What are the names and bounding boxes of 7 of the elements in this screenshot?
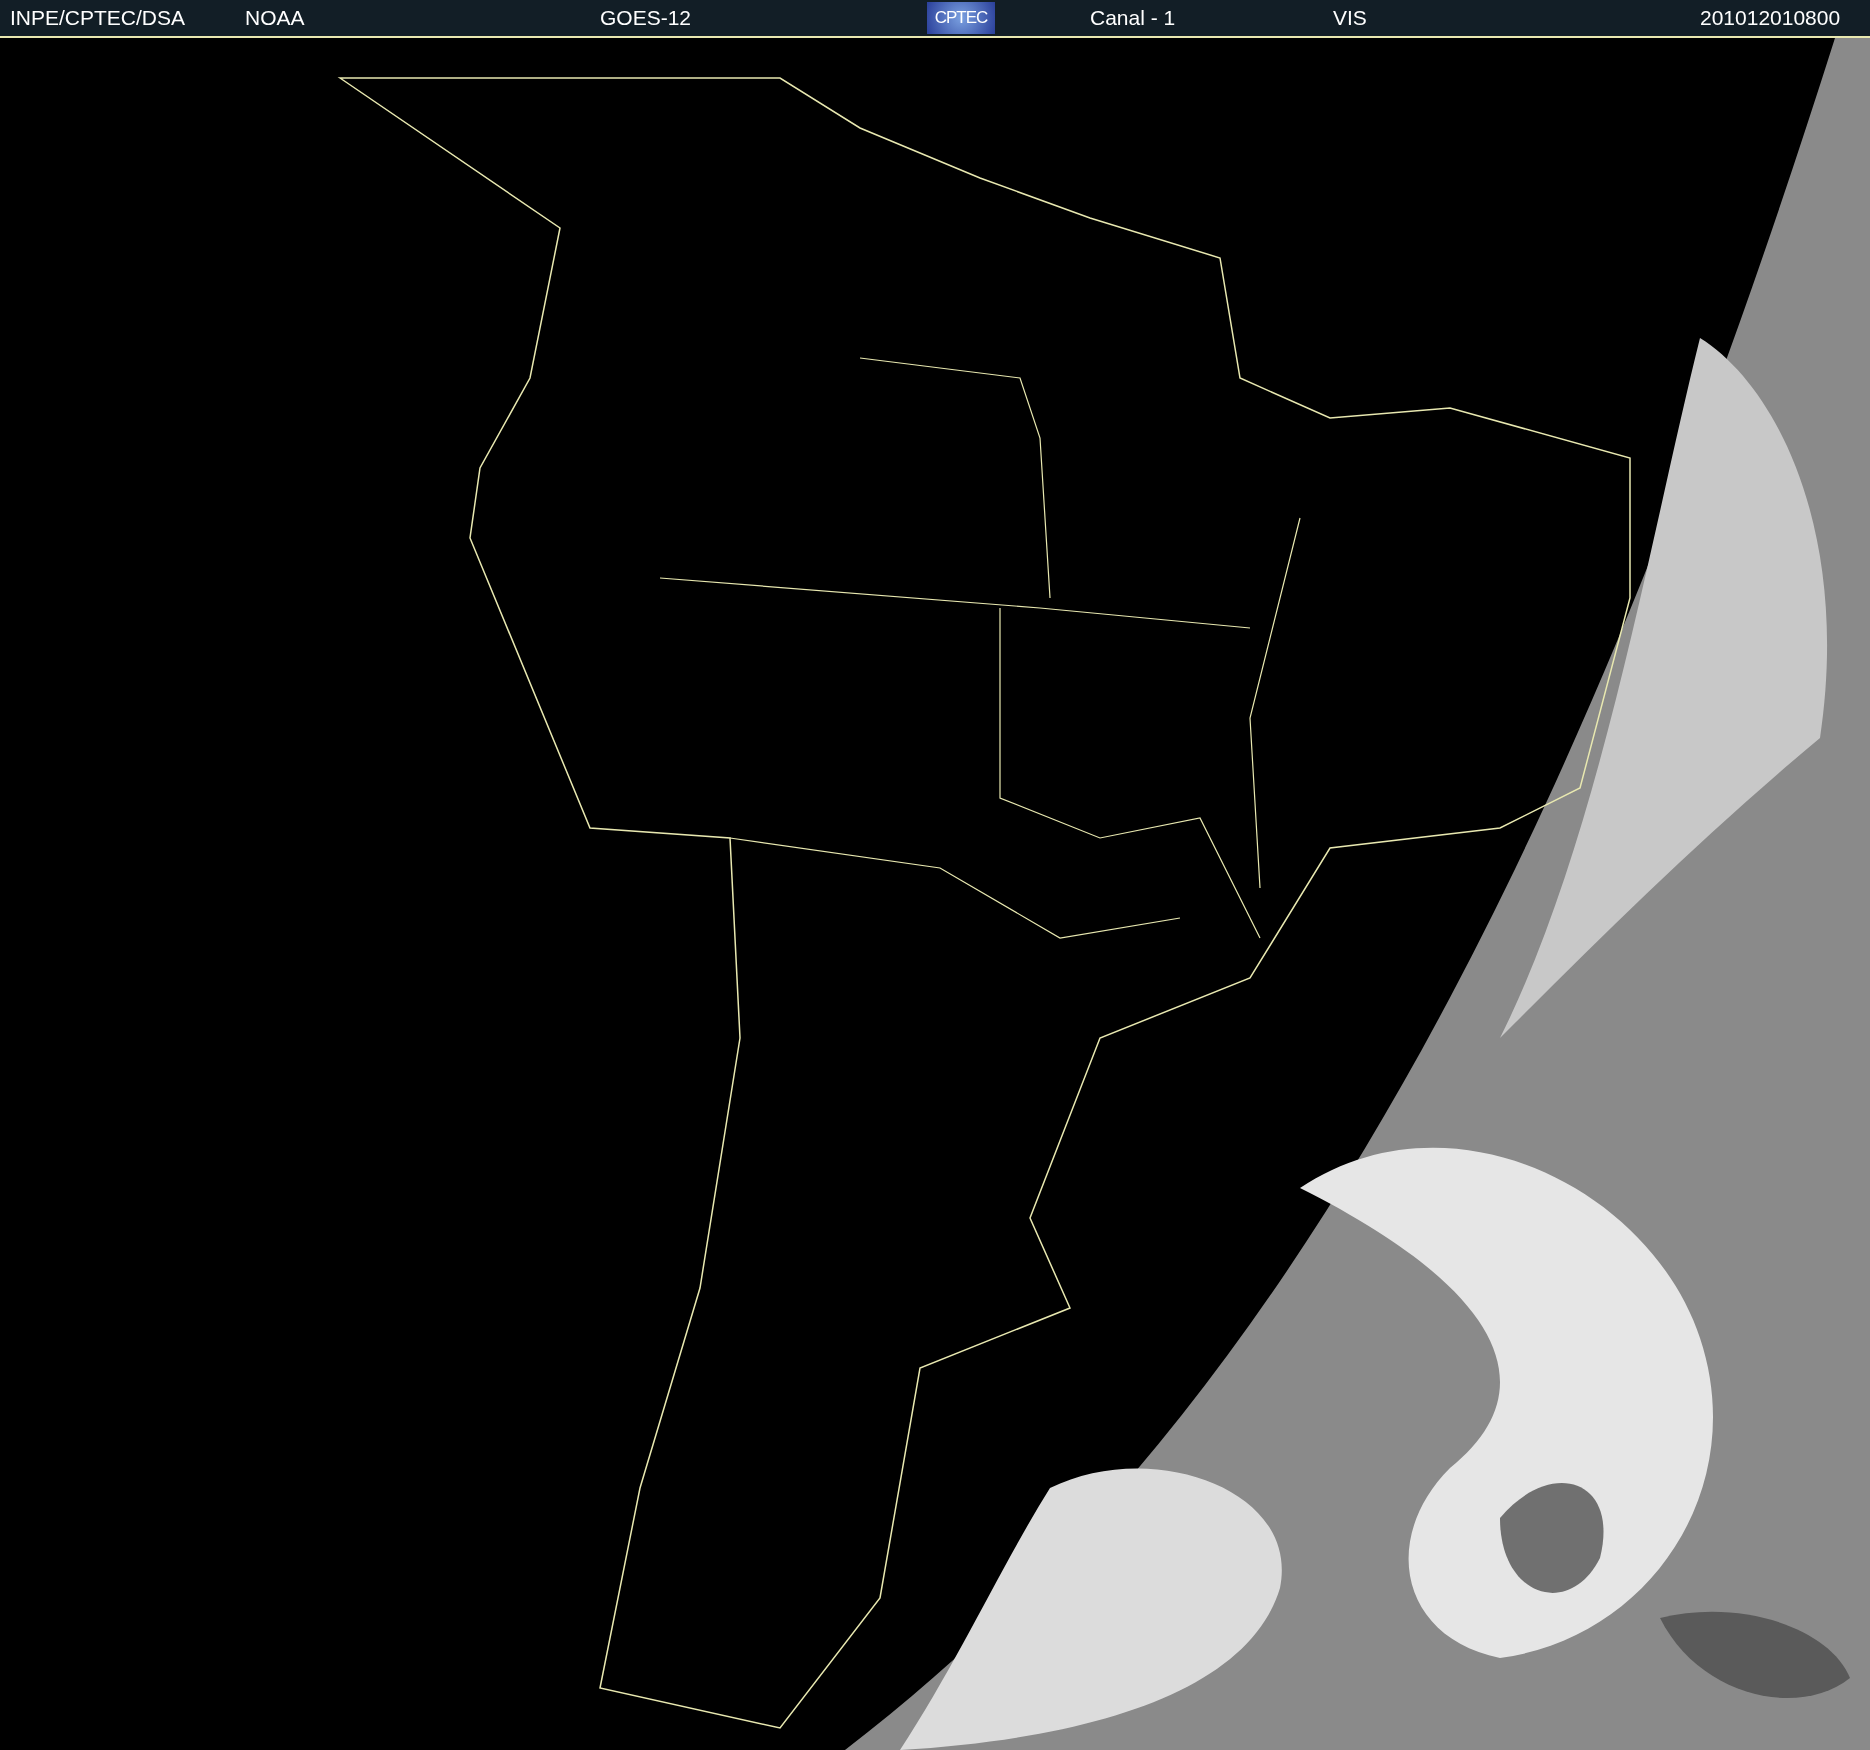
source-label: INPE/CPTEC/DSA [10, 6, 187, 30]
satellite-label: GOES-12 [600, 6, 693, 30]
channel-label: Canal - 1 [1090, 6, 1177, 30]
band-label: VIS [1333, 6, 1368, 30]
logo: CPTEC [927, 2, 995, 34]
timestamp-label: 201012010800 [1700, 6, 1841, 30]
agency-label: NOAA [245, 6, 306, 30]
